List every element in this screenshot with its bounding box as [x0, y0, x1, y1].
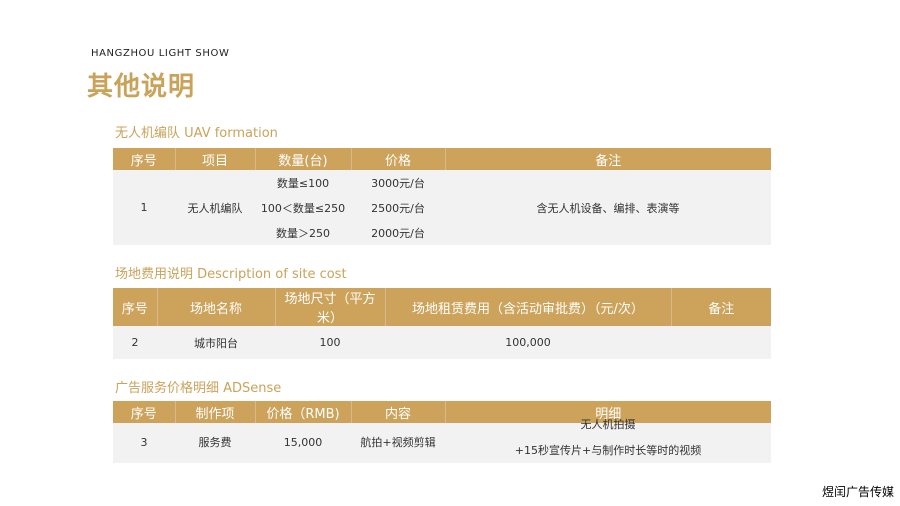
uav-row-item: 无人机编队 — [175, 170, 255, 245]
uav-row-no: 1 — [113, 170, 175, 245]
table-row: 3 服务费 15,000 航拍+视频剪辑 无人机拍摄 +15秒宣传片+与制作时长… — [113, 418, 771, 463]
table-row: 1 无人机编队 数量≤100 3000元/台 含无人机设备、编排、表演等 — [113, 170, 771, 245]
uav-section-title: 无人机编队 UAV formation — [115, 126, 278, 141]
watermark: 煜闰广告传媒 — [821, 485, 894, 499]
site-row-note — [671, 326, 771, 359]
page-title: 其他说明 — [87, 72, 196, 102]
site-header-note: 备注 — [670, 288, 771, 326]
uav-header-qty: 数量(台) — [254, 148, 351, 170]
uav-header-item: 项目 — [174, 148, 255, 170]
ads-section-title: 广告服务价格明细 ADSense — [115, 381, 282, 396]
uav-tier-qty: 数量≤100 — [255, 170, 351, 195]
site-header-size: 场地尺寸（平方米） — [274, 288, 385, 326]
site-section-title: 场地费用说明 Description of site cost — [115, 267, 347, 282]
uav-tier-price: 2000元/台 — [351, 220, 445, 245]
uav-tier-qty: 100＜数量≤250 — [255, 195, 351, 220]
ads-row-price: 15,000 — [255, 423, 351, 463]
ads-row-content: 航拍+视频剪辑 — [351, 423, 445, 463]
site-table: 序号 场地名称 场地尺寸（平方米） 场地租赁费用（含活动审批费）（元/次） 备注… — [113, 288, 771, 359]
ads-table: 序号 制作项 价格（RMB) 内容 明细 3 服务费 15,000 航拍+视频剪… — [113, 401, 771, 463]
ads-row-no: 3 — [113, 423, 175, 463]
site-row-fee: 100,000 — [385, 326, 671, 359]
uav-tier-price: 3000元/台 — [351, 170, 445, 195]
brand-label: HANGZHOU LIGHT SHOW — [91, 48, 230, 59]
uav-header-no: 序号 — [113, 148, 175, 170]
site-row-name: 城市阳台 — [157, 326, 275, 359]
site-row-size: 100 — [275, 326, 385, 359]
uav-tier-qty: 数量＞250 — [255, 220, 351, 245]
ads-detail-line: +15秒宣传片+与制作时长等时的视频 — [514, 444, 702, 457]
ads-row-detail: 无人机拍摄 +15秒宣传片+与制作时长等时的视频 — [445, 418, 771, 463]
uav-tier-price: 2500元/台 — [351, 195, 445, 220]
site-header-fee: 场地租赁费用（含活动审批费）（元/次） — [384, 288, 671, 326]
uav-table-header: 序号 项目 数量(台) 价格 备注 — [113, 148, 771, 170]
site-header-name: 场地名称 — [156, 288, 275, 326]
site-row-no: 2 — [113, 326, 157, 359]
site-header-no: 序号 — [113, 288, 157, 326]
ads-header-item: 制作项 — [174, 401, 255, 423]
site-table-header: 序号 场地名称 场地尺寸（平方米） 场地租赁费用（含活动审批费）（元/次） 备注 — [113, 288, 771, 326]
ads-header-no: 序号 — [113, 401, 175, 423]
ads-detail-line: 无人机拍摄 — [580, 418, 636, 431]
table-row: 2 城市阳台 100 100,000 — [113, 326, 771, 359]
ads-row-item: 服务费 — [175, 423, 255, 463]
uav-header-price: 价格 — [350, 148, 445, 170]
ads-header-content: 内容 — [350, 401, 445, 423]
uav-row-note: 含无人机设备、编排、表演等 — [445, 170, 771, 245]
ads-header-price: 价格（RMB) — [254, 401, 351, 423]
uav-header-note: 备注 — [444, 148, 771, 170]
uav-table: 序号 项目 数量(台) 价格 备注 1 无人机编队 数量≤100 3000元/台… — [113, 148, 771, 245]
